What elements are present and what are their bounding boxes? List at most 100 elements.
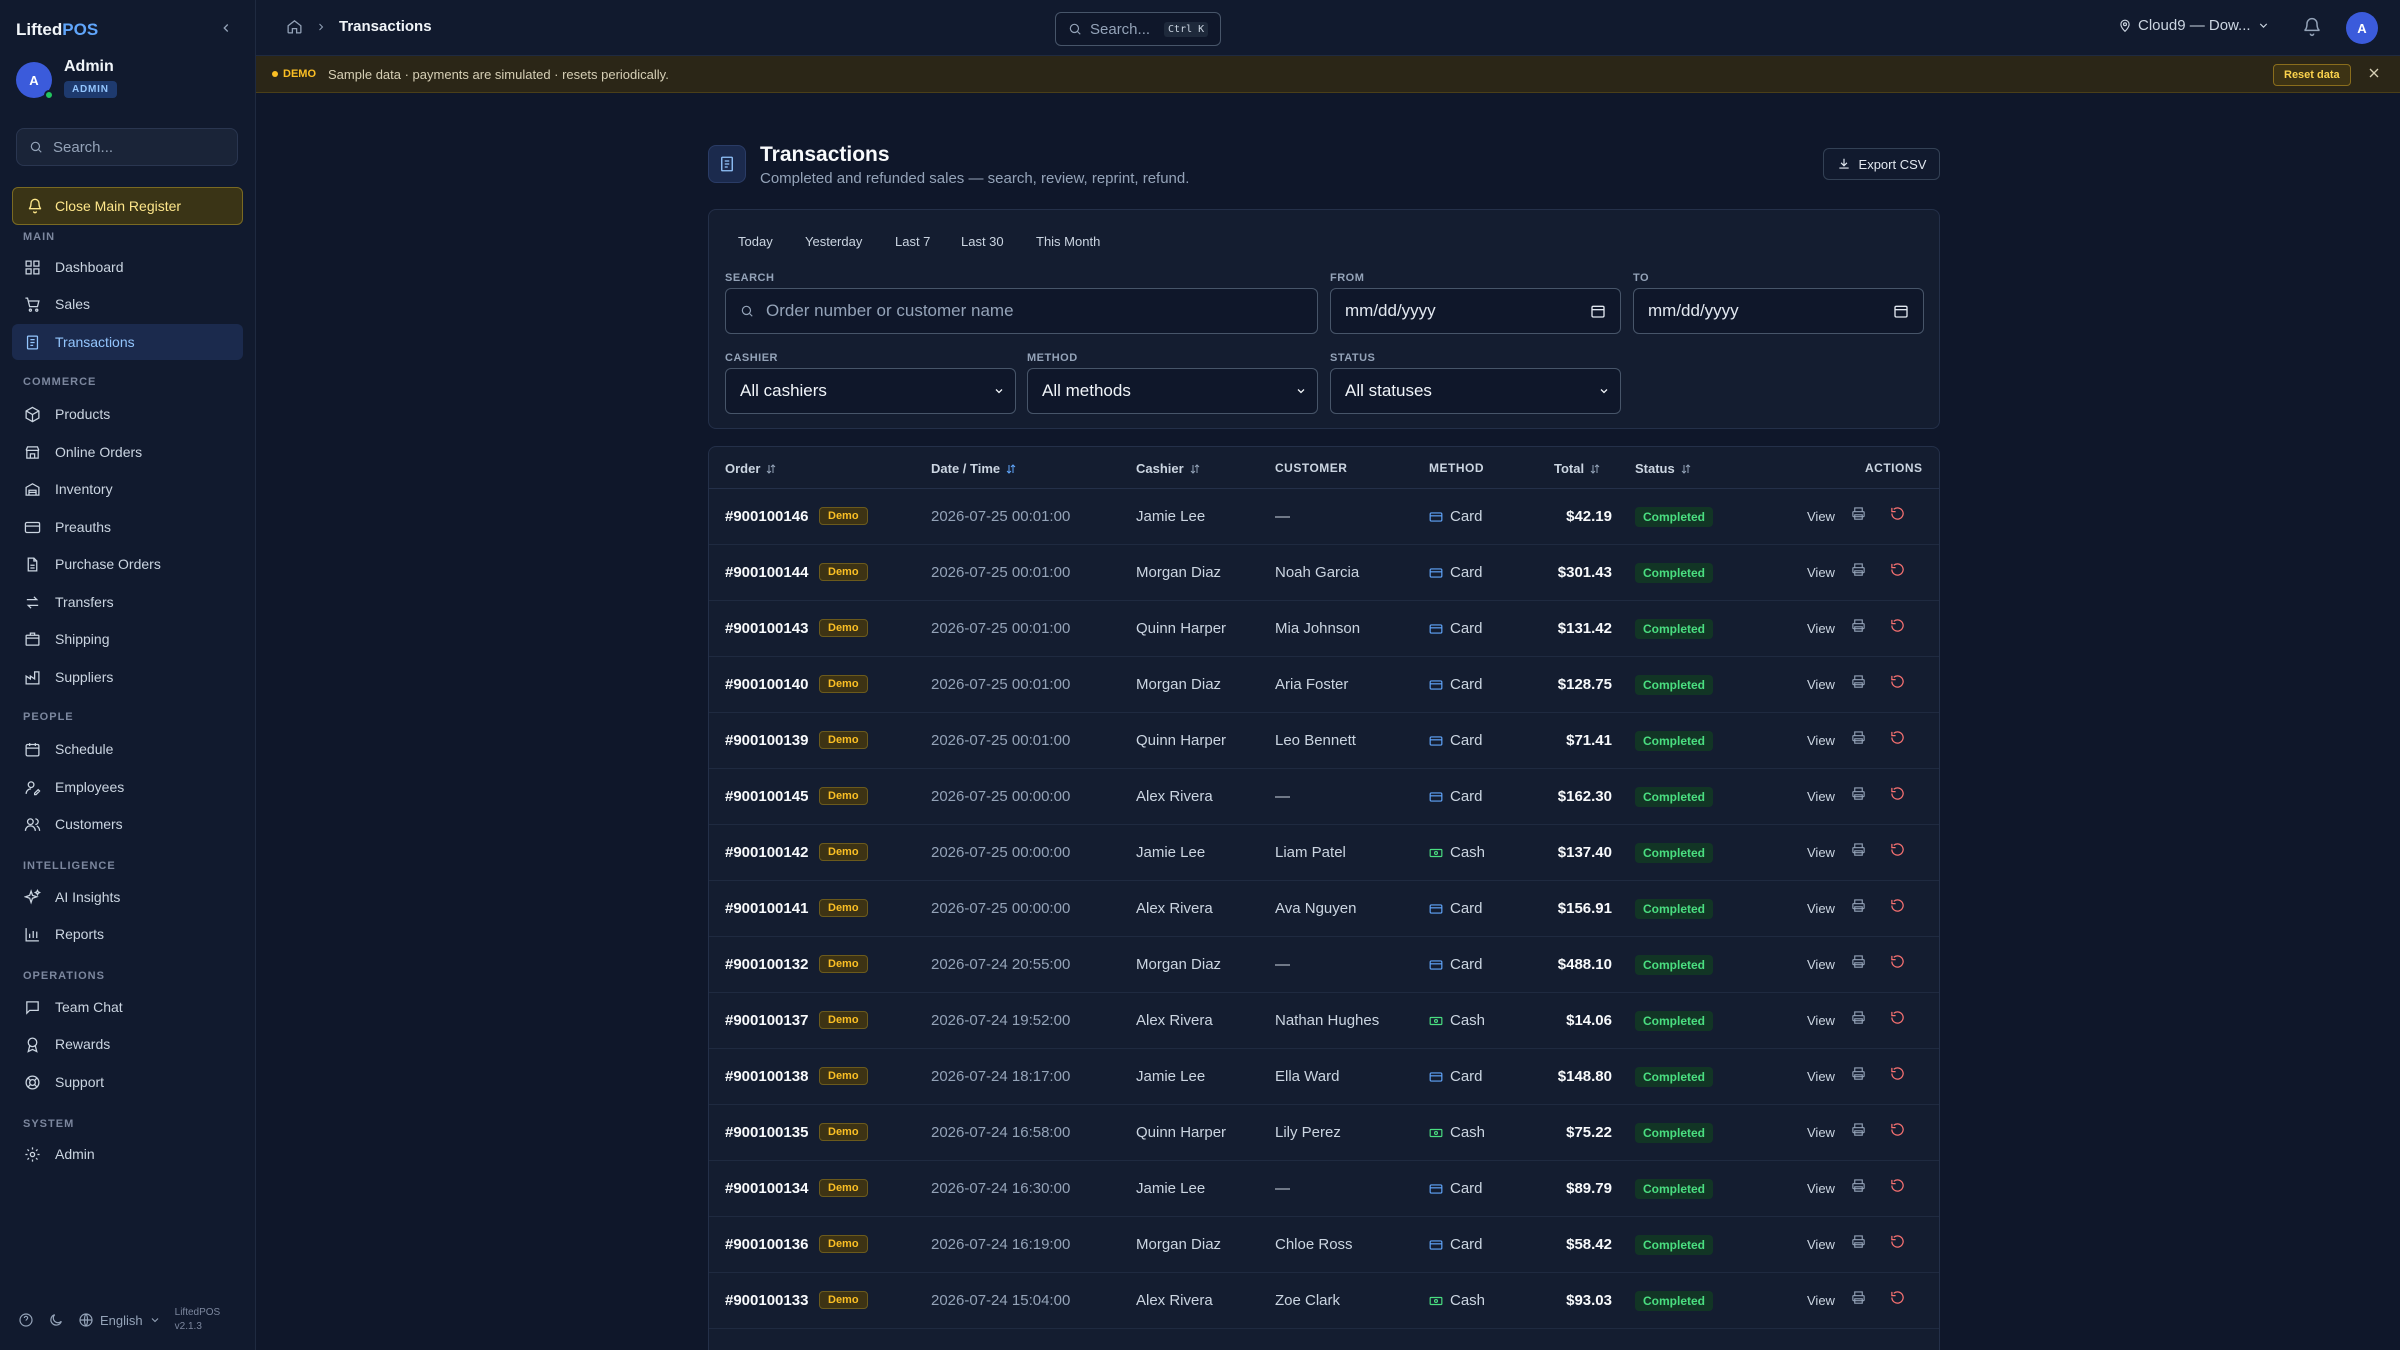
refund-button[interactable] bbox=[1890, 562, 1905, 577]
refund-button[interactable] bbox=[1890, 1234, 1905, 1249]
refund-button[interactable] bbox=[1890, 786, 1905, 801]
help-icon[interactable] bbox=[18, 1312, 34, 1328]
sidebar-item-products[interactable]: Products bbox=[12, 396, 243, 432]
print-button[interactable] bbox=[1851, 1010, 1866, 1025]
refund-button[interactable] bbox=[1890, 1290, 1905, 1305]
view-button[interactable]: View bbox=[1807, 1013, 1835, 1028]
refund-button[interactable] bbox=[1890, 842, 1905, 857]
calendar-icon[interactable] bbox=[1590, 303, 1606, 319]
refund-button[interactable] bbox=[1890, 1122, 1905, 1137]
table-row[interactable]: #900100144 Demo 2026-07-25 00:01:00 Morgan … bbox=[709, 545, 1939, 601]
method-select[interactable]: All methods bbox=[1027, 368, 1318, 414]
sidebar-item-sales[interactable]: Sales bbox=[12, 286, 243, 322]
view-button[interactable]: View bbox=[1807, 1181, 1835, 1196]
table-row[interactable]: #900100136 Demo 2026-07-24 16:19:00 Morgan … bbox=[709, 1217, 1939, 1273]
table-row[interactable]: #900100145 Demo 2026-07-25 00:00:00 Alex Ri… bbox=[709, 769, 1939, 825]
view-button[interactable]: View bbox=[1807, 509, 1835, 524]
view-button[interactable]: View bbox=[1807, 621, 1835, 636]
order-number[interactable]: #900100137 bbox=[725, 1012, 808, 1029]
sidebar-item-transactions[interactable]: Transactions bbox=[12, 324, 243, 360]
order-search-input[interactable]: Order number or customer name bbox=[725, 288, 1318, 334]
sidebar-item-support[interactable]: Support bbox=[12, 1064, 243, 1100]
sidebar-item-admin[interactable]: Admin bbox=[12, 1136, 243, 1172]
view-button[interactable]: View bbox=[1807, 733, 1835, 748]
table-row[interactable]: #900100141 Demo 2026-07-25 00:00:00 Alex Ri… bbox=[709, 881, 1939, 937]
export-csv-button[interactable]: Export CSV bbox=[1823, 148, 1940, 180]
close-register-button[interactable]: Close Main Register bbox=[12, 187, 243, 225]
table-row[interactable]: #900100137 Demo 2026-07-24 19:52:00 Alex Ri… bbox=[709, 993, 1939, 1049]
order-number[interactable]: #900100133 bbox=[725, 1292, 808, 1309]
order-number[interactable]: #900100146 bbox=[725, 508, 808, 525]
table-row[interactable]: #900100134 Demo 2026-07-24 16:30:00 Jamie L… bbox=[709, 1161, 1939, 1217]
table-row[interactable]: #900100146 Demo 2026-07-25 00:01:00 Jamie L… bbox=[709, 489, 1939, 545]
table-row[interactable]: #900100139 Demo 2026-07-25 00:01:00 Quinn H… bbox=[709, 713, 1939, 769]
sidebar-item-employees[interactable]: Employees bbox=[12, 769, 243, 805]
sidebar-item-customers[interactable]: Customers bbox=[12, 806, 243, 842]
language-select[interactable]: English bbox=[78, 1312, 161, 1328]
view-button[interactable]: View bbox=[1807, 901, 1835, 916]
quick-range-this-month[interactable]: This Month bbox=[1036, 234, 1100, 249]
table-row[interactable]: #900100140 Demo 2026-07-25 00:01:00 Morgan … bbox=[709, 657, 1939, 713]
home-icon[interactable] bbox=[286, 18, 303, 35]
sidebar-item-purchase-orders[interactable]: Purchase Orders bbox=[12, 546, 243, 582]
table-row[interactable]: #900100142 Demo 2026-07-25 00:00:00 Jamie L… bbox=[709, 825, 1939, 881]
global-search-button[interactable]: Search... Ctrl K bbox=[1055, 12, 1221, 46]
quick-range-today[interactable]: Today bbox=[738, 234, 773, 249]
print-button[interactable] bbox=[1851, 842, 1866, 857]
view-button[interactable]: View bbox=[1807, 789, 1835, 804]
order-number[interactable]: #900100138 bbox=[725, 1068, 808, 1085]
table-row[interactable]: #900100138 Demo 2026-07-24 18:17:00 Jamie L… bbox=[709, 1049, 1939, 1105]
moon-icon[interactable] bbox=[48, 1312, 64, 1328]
view-button[interactable]: View bbox=[1807, 677, 1835, 692]
quick-range-last-7[interactable]: Last 7 bbox=[895, 234, 930, 249]
to-date-input[interactable]: mm/dd/yyyy bbox=[1633, 288, 1924, 334]
print-button[interactable] bbox=[1851, 1122, 1866, 1137]
sidebar-item-schedule[interactable]: Schedule bbox=[12, 731, 243, 767]
refund-button[interactable] bbox=[1890, 674, 1905, 689]
banner-close-button[interactable] bbox=[2366, 65, 2382, 81]
print-button[interactable] bbox=[1851, 1178, 1866, 1193]
order-number[interactable]: #900100142 bbox=[725, 844, 808, 861]
refund-button[interactable] bbox=[1890, 506, 1905, 521]
print-button[interactable] bbox=[1851, 1234, 1866, 1249]
print-button[interactable] bbox=[1851, 1290, 1866, 1305]
print-button[interactable] bbox=[1851, 786, 1866, 801]
table-row[interactable]: #900100133 Demo 2026-07-24 15:04:00 Alex Ri… bbox=[709, 1273, 1939, 1329]
refund-button[interactable] bbox=[1890, 954, 1905, 969]
user-avatar-button[interactable]: A bbox=[2346, 12, 2378, 44]
view-button[interactable]: View bbox=[1807, 1125, 1835, 1140]
sidebar-item-reports[interactable]: Reports bbox=[12, 916, 243, 952]
status-select[interactable]: All statuses bbox=[1330, 368, 1621, 414]
collapse-sidebar-button[interactable] bbox=[216, 18, 236, 38]
quick-range-yesterday[interactable]: Yesterday bbox=[805, 234, 862, 249]
order-number[interactable]: #900100134 bbox=[725, 1180, 808, 1197]
refund-button[interactable] bbox=[1890, 730, 1905, 745]
sidebar-item-online-orders[interactable]: Online Orders bbox=[12, 434, 243, 470]
sidebar-item-transfers[interactable]: Transfers bbox=[12, 584, 243, 620]
sidebar-item-ai-insights[interactable]: AI Insights bbox=[12, 879, 243, 915]
sidebar-item-dashboard[interactable]: Dashboard bbox=[12, 249, 243, 285]
refund-button[interactable] bbox=[1890, 1010, 1905, 1025]
order-number[interactable]: #900100135 bbox=[725, 1124, 808, 1141]
print-button[interactable] bbox=[1851, 730, 1866, 745]
order-number[interactable]: #900100143 bbox=[725, 620, 808, 637]
table-row[interactable]: #900100135 Demo 2026-07-24 16:58:00 Quinn H… bbox=[709, 1105, 1939, 1161]
order-number[interactable]: #900100140 bbox=[725, 676, 808, 693]
order-number[interactable]: #900100141 bbox=[725, 900, 808, 917]
sidebar-item-inventory[interactable]: Inventory bbox=[12, 471, 243, 507]
location-select[interactable]: Cloud9 — Dow... bbox=[2118, 17, 2270, 34]
sort-total-header[interactable]: Total bbox=[1554, 461, 1601, 476]
sidebar-item-team-chat[interactable]: Team Chat bbox=[12, 989, 243, 1025]
reset-data-button[interactable]: Reset data bbox=[2273, 64, 2351, 86]
sort-order-header[interactable]: Order bbox=[725, 461, 777, 476]
calendar-icon[interactable] bbox=[1893, 303, 1909, 319]
print-button[interactable] bbox=[1851, 898, 1866, 913]
print-button[interactable] bbox=[1851, 674, 1866, 689]
view-button[interactable]: View bbox=[1807, 1069, 1835, 1084]
sidebar-item-suppliers[interactable]: Suppliers bbox=[12, 659, 243, 695]
refund-button[interactable] bbox=[1890, 1178, 1905, 1193]
view-button[interactable]: View bbox=[1807, 565, 1835, 580]
print-button[interactable] bbox=[1851, 506, 1866, 521]
notifications-button[interactable] bbox=[2302, 17, 2322, 37]
order-number[interactable]: #900100144 bbox=[725, 564, 808, 581]
